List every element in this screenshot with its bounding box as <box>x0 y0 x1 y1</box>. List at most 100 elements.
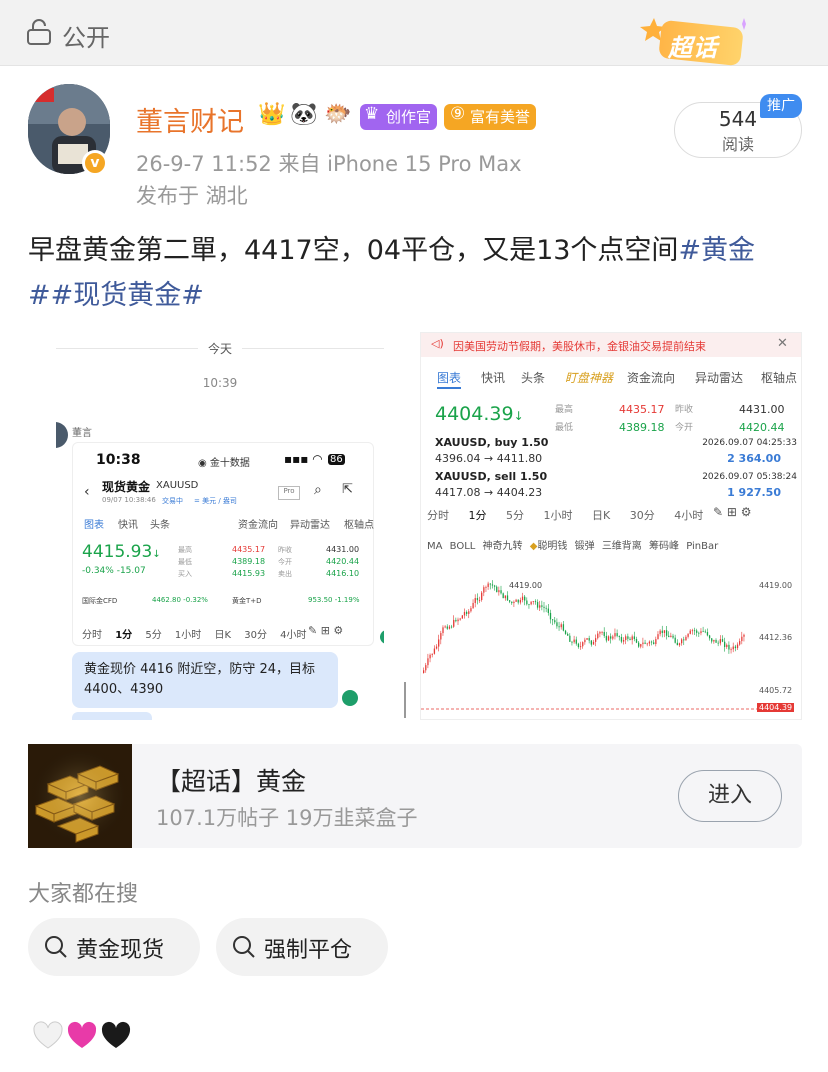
stat-labels-4: 昨收 今开 <box>675 405 694 433</box>
status-time: 10:38 <box>96 452 141 468</box>
creator-badge-icon: ♛ <box>364 104 380 124</box>
stat-labels-1: 最高 最低 买入 <box>178 546 192 578</box>
tab-radar-2: 异动雷达 <box>695 371 744 385</box>
share-icon: ⇱ <box>342 482 353 497</box>
tab-flash-2: 快讯 <box>481 371 506 385</box>
stat-values-1: 4435.17 4389.18 4415.93 <box>232 545 266 578</box>
reputation-badge-icon: ⑨ <box>450 104 466 124</box>
cfd-value: 4462.80 -0.32% <box>152 596 208 604</box>
post-body: 早盘黄金第二單，4417空，04平仓，又是13个点空间 <box>28 235 679 266</box>
trending-search-heading: 大家都在搜 <box>28 882 139 907</box>
stat-values-3: 4435.17 4389.18 <box>619 403 665 434</box>
tab-radar: 异动雷达 <box>290 520 330 531</box>
td-label: 黄金T+D <box>232 597 262 605</box>
tab-headline-2: 头条 <box>521 371 546 385</box>
date-separator: 今天 <box>198 340 242 357</box>
axis-label-3: 4405.72 <box>759 686 793 695</box>
back-icon: ‹ <box>84 484 90 500</box>
app-name-text: 金十数据 <box>209 458 250 469</box>
cfd-label: 国际金CFD <box>82 597 118 605</box>
notice-icon: ◁) <box>431 337 444 350</box>
post-location: 发布于 湖北 <box>136 184 248 208</box>
pro-icon: Pro <box>278 486 300 500</box>
tab-chart: 图表 <box>84 520 104 531</box>
current-price-value: 4415.93 <box>82 542 153 562</box>
trading-tag: 交易中 <box>162 497 183 505</box>
stat-values-4: 4431.00 4420.44 <box>739 403 785 434</box>
current-price-2: 4404.39↓ <box>435 403 524 425</box>
reads-label: 阅读 <box>721 135 754 154</box>
unit-tag: = 美元 / 盎司 <box>194 497 237 505</box>
super-topic-stats: 107.1万帖子 19万韭菜盒子 <box>156 806 418 830</box>
app-name: ◉ 金十数据 <box>198 458 250 469</box>
period-bar: 分时 1分 5分 1小时 日K 30分 4小时 <box>82 630 307 641</box>
stat-labels-2: 昨收 今开 卖出 <box>278 546 292 578</box>
promo-badge[interactable]: 推广 <box>760 94 802 118</box>
search-icon <box>233 936 255 958</box>
panda-icon: 🐼 <box>290 102 318 127</box>
tab-chart-2: 图表 <box>437 371 462 385</box>
tab-pivot: 枢轴点 <box>344 520 374 531</box>
instrument-subline: 09/07 10:38:46 <box>102 496 156 504</box>
current-price: 4415.93↓ <box>82 542 161 562</box>
instrument-symbol: XAUUSD <box>156 480 199 491</box>
high-marker: 4419.00 <box>509 581 543 590</box>
verified-icon: v <box>82 150 108 176</box>
post-text: 早盘黄金第二單，4417空，04平仓，又是13个点空间#黄金##现货黄金# <box>28 228 800 318</box>
super-topic-title: 【超话】黄金 <box>156 767 307 796</box>
current-price-2-value: 4404.39 <box>435 403 514 425</box>
message-text: 黄金现价 4416 附近空，防守 24，目标 4400、4390 <box>84 662 316 697</box>
privacy-label[interactable]: 公开 <box>62 18 110 53</box>
instrument-title: 现货黄金 <box>102 480 151 494</box>
search-icon: ⌕ <box>314 482 322 498</box>
gold-bars-thumbnail <box>28 744 132 848</box>
last-price-tag: 4404.39 <box>757 703 795 712</box>
trade-2: XAUUSD, sell 1.50 2026.09.07 05:38:24 441… <box>435 470 797 499</box>
super-topic-badge-label: 超话 <box>668 34 718 62</box>
sender-avatar <box>56 422 68 448</box>
search-icon <box>45 936 67 958</box>
axis-label-2: 4412.36 <box>759 633 793 642</box>
scroll-indicator <box>404 682 406 718</box>
crown-icon: 👑 <box>258 102 286 127</box>
post-image-chat[interactable]: 今天 10:39 董言 10:38 ◉ 金十数据 ▪▪▪ ◠ 86 ‹ 现货黄金… <box>56 338 384 720</box>
tab-watch: 盯盘神器 <box>565 371 614 385</box>
chart-tools-icon-2: ✎ ⊞ ⚙ <box>713 505 752 519</box>
enter-button[interactable]: 进入 <box>678 770 782 822</box>
battery-icon: 86 <box>328 454 345 465</box>
message-status-icon <box>342 690 358 706</box>
search-chip-forced-close-label: 强制平仓 <box>264 938 353 963</box>
creator-badge-label: 创作官 <box>386 108 432 126</box>
search-chip-gold-spot-label: 黄金现货 <box>76 938 165 963</box>
price-change: -0.34% -15.07 <box>82 566 146 576</box>
close-icon: ✕ <box>777 336 788 351</box>
sender-name: 董言 <box>72 428 92 439</box>
trade-1: XAUUSD, buy 1.50 2026.09.07 04:25:33 4396… <box>435 436 797 465</box>
tab-flash: 快讯 <box>118 520 138 531</box>
candlestick-chart <box>421 580 757 710</box>
candles <box>423 580 745 674</box>
time-separator: 10:39 <box>202 376 238 390</box>
tab-headline: 头条 <box>150 520 170 531</box>
next-bubble <box>72 712 152 720</box>
td-value: 953.50 -1.19% <box>308 596 360 604</box>
tab-indicator <box>437 387 461 389</box>
tab-pivot-2: 枢轴点 <box>761 371 798 385</box>
indicator-bar: MA BOLL 神奇九转 ◆聪明钱 锻弹 三维背离 筹码峰 PinBar <box>427 541 719 552</box>
axis-label-1: 4419.00 <box>759 581 793 590</box>
hearts-icon <box>33 1021 131 1049</box>
lock-icon <box>27 19 51 45</box>
chart-tools-icon: ✎ ⊞ ⚙ <box>308 624 344 637</box>
post-image-trading[interactable]: ◁) 因美国劳动节假期，美股休市，金银油交易提前结束 ✕ 图表 快讯 头条 盯盘… <box>420 332 802 720</box>
fish-icon: 🐡 <box>324 102 352 127</box>
hashtag-spot-gold[interactable]: #现货黄金# <box>51 280 204 311</box>
reputation-badge-label: 富有美誉 <box>470 108 531 126</box>
stat-labels-3: 最高 最低 <box>555 405 574 433</box>
stat-values-2: 4431.00 4420.44 4416.10 <box>326 545 360 578</box>
post-meta: 26-9-7 11:52 来自 iPhone 15 Pro Max <box>136 152 522 176</box>
tab-fundflow: 资金流向 <box>238 520 278 531</box>
notice-text: 因美国劳动节假期，美股休市，金银油交易提前结束 <box>453 340 706 353</box>
chat-status-icon <box>380 630 384 644</box>
tab-fundflow-2: 资金流向 <box>627 371 676 385</box>
author-name[interactable]: 董言财记 <box>136 100 244 139</box>
